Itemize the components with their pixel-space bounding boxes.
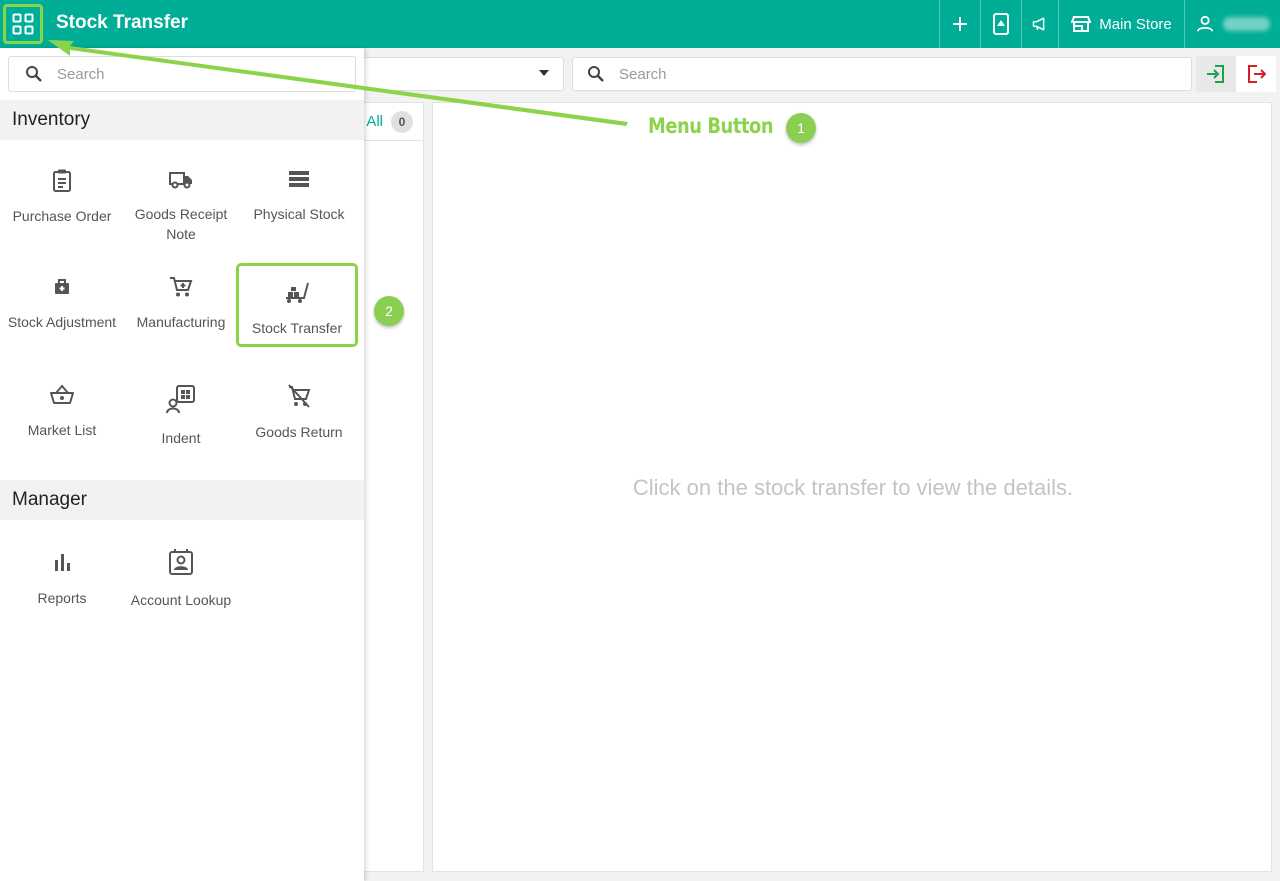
top-actions: Main Store (939, 0, 1280, 48)
tile-indent[interactable]: Indent (122, 384, 240, 448)
logout-icon (1248, 65, 1267, 83)
tile-label: Manufacturing (136, 314, 226, 330)
user-name-redacted (1223, 17, 1270, 31)
tile-label: Reports (37, 590, 87, 606)
store-name: Main Store (1099, 15, 1172, 33)
phone-icon (993, 13, 1009, 35)
tile-stock-transfer[interactable]: Stock Transfer (236, 263, 358, 347)
menu-button[interactable] (3, 4, 43, 44)
store-selector[interactable]: Main Store (1058, 0, 1184, 48)
filter-dropdown[interactable] (352, 57, 564, 91)
contact-card-icon (169, 549, 193, 575)
login-button[interactable] (1196, 56, 1236, 92)
tile-label: Physical Stock (253, 206, 345, 222)
cart-off-icon (288, 384, 311, 408)
annotation-badge-2: 2 (374, 296, 404, 326)
tile-label: Purchase Order (12, 208, 112, 224)
search-icon (588, 66, 604, 82)
tile-label: Indent (161, 430, 201, 446)
drawer-search-input[interactable] (57, 65, 337, 83)
tile-manufacturing[interactable]: Manufacturing (122, 276, 240, 332)
login-icon (1207, 65, 1224, 83)
tile-label: Goods Return (255, 424, 343, 440)
empty-detail-message: Click on the stock transfer to view the … (632, 475, 1074, 500)
basket-icon (50, 384, 74, 404)
tile-account-lookup[interactable]: Account Lookup (122, 548, 240, 610)
caret-down-icon (539, 70, 549, 76)
medical-bag-icon (55, 279, 69, 294)
detail-panel: Click on the stock transfer to view the … (432, 102, 1272, 872)
mobile-notification-button[interactable] (980, 0, 1021, 48)
store-icon (1071, 16, 1092, 32)
tile-goods-receipt-note[interactable]: Goods Receipt Note (122, 168, 240, 244)
announcement-button[interactable] (1021, 0, 1058, 48)
bar-chart-icon (55, 554, 70, 571)
cart-icon (170, 277, 193, 297)
plus-icon (953, 17, 967, 31)
clipboard-icon (53, 169, 71, 192)
tile-stock-adjustment[interactable]: Stock Adjustment (3, 276, 121, 332)
tile-label: Goods Receipt Note (134, 206, 228, 242)
person-icon (1197, 15, 1214, 32)
trolley-icon (286, 282, 309, 303)
annotation-menu-label: Menu Button (648, 114, 774, 138)
indent-icon (166, 385, 195, 414)
tile-label: Market List (27, 422, 97, 438)
transfer-search-input[interactable] (619, 65, 1159, 83)
tile-market-list[interactable]: Market List (3, 384, 121, 440)
navigation-drawer: Inventory Purchase Order Goods Receipt N… (0, 48, 364, 881)
tile-label: Account Lookup (130, 592, 232, 608)
search-icon (26, 66, 42, 82)
all-filter-tab[interactable]: All (366, 113, 383, 130)
count-badge: 0 (391, 110, 413, 133)
transfer-search[interactable] (572, 57, 1192, 91)
add-button[interactable] (939, 0, 980, 48)
tile-reports[interactable]: Reports (3, 550, 121, 608)
grid-icon (12, 13, 34, 35)
logout-button[interactable] (1236, 56, 1276, 92)
section-inventory: Inventory (0, 100, 364, 140)
storage-icon (289, 171, 309, 187)
tile-physical-stock[interactable]: Physical Stock (240, 168, 358, 224)
tile-purchase-order[interactable]: Purchase Order (3, 168, 121, 226)
tile-label: Stock Transfer (251, 320, 343, 336)
tile-goods-return[interactable]: Goods Return (240, 384, 358, 442)
section-manager: Manager (0, 480, 364, 520)
megaphone-icon (1032, 17, 1045, 31)
truck-icon (169, 172, 192, 189)
top-bar: Stock Transfer Main Store (0, 0, 1280, 48)
drawer-search[interactable] (8, 56, 356, 92)
annotation-badge-1: 1 (786, 113, 816, 143)
user-menu[interactable] (1184, 0, 1280, 48)
page-title: Stock Transfer (56, 12, 188, 33)
tile-label: Stock Adjustment (7, 314, 117, 330)
